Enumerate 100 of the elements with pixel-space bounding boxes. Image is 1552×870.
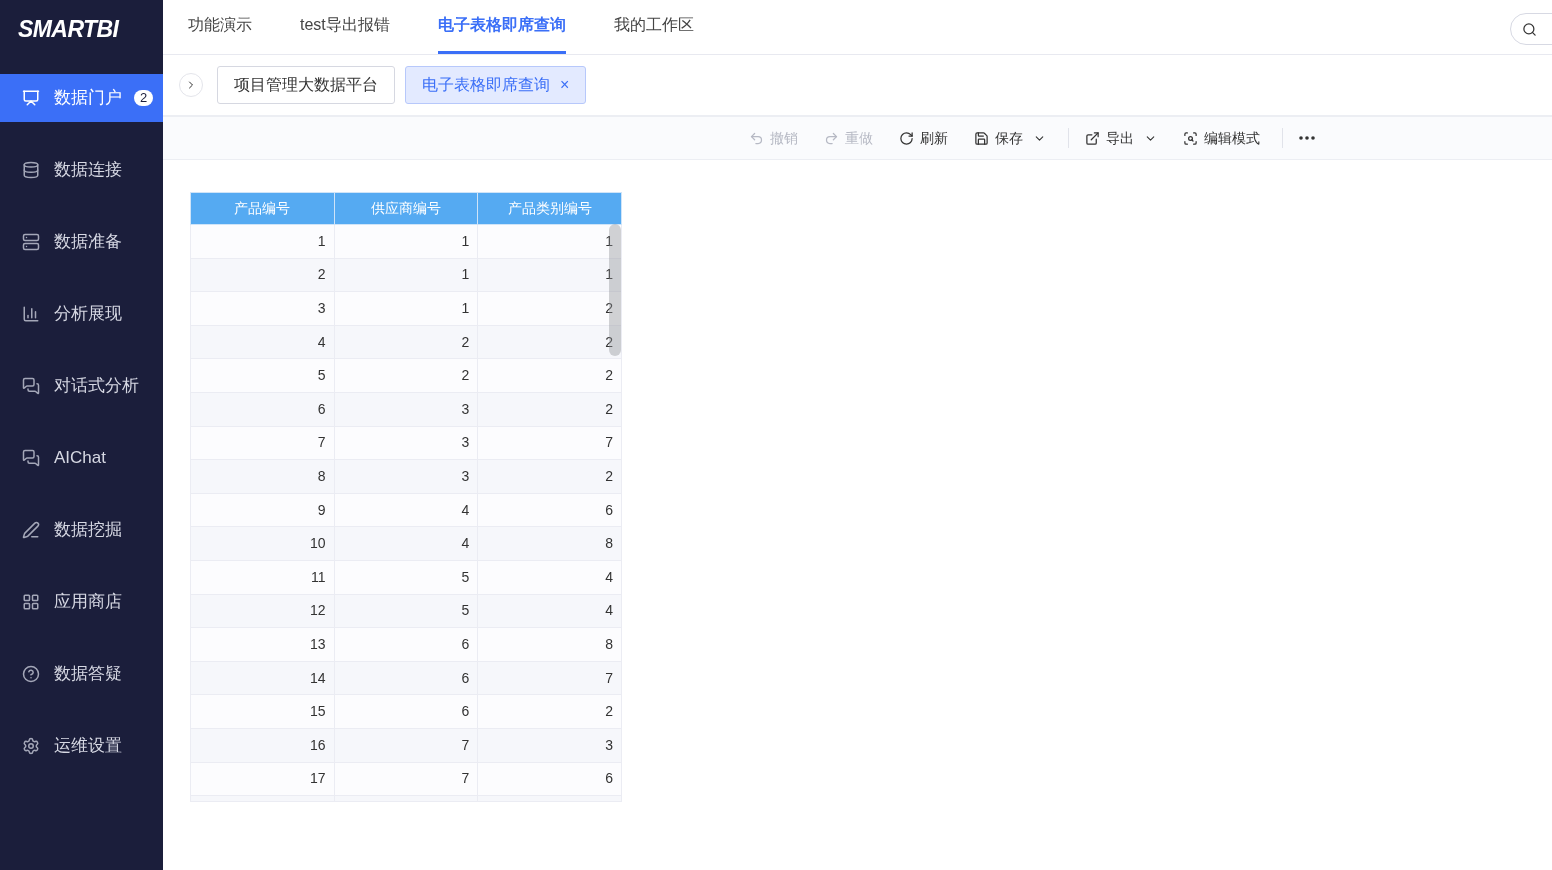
table-cell: 1: [190, 224, 335, 259]
more-icon: [1299, 136, 1315, 140]
table-cell: 3: [334, 392, 478, 427]
edit-icon: [1183, 130, 1198, 146]
table-cell: 17: [190, 762, 335, 796]
column-header: 产品类别编号: [477, 192, 622, 225]
toolbar-button[interactable]: 保存: [964, 123, 1056, 153]
count-badge: 2: [134, 90, 154, 106]
sidebar-icon: [22, 521, 40, 539]
table-cell: 3: [334, 426, 478, 460]
table-cell: 4: [334, 526, 478, 561]
table-cell: 8: [477, 526, 622, 561]
table-cell: 6: [477, 493, 622, 527]
sidebar-icon: [22, 377, 40, 395]
table-cell: 4: [190, 325, 335, 359]
sidebar-item[interactable]: 对话式分析: [0, 362, 163, 410]
table-cell: 4: [334, 493, 478, 527]
table-cell: 7: [477, 426, 622, 460]
sidebar-label: 应用商店: [54, 591, 122, 614]
table-cell: 15: [190, 694, 335, 729]
top-tab[interactable]: 功能演示: [188, 0, 252, 54]
table-cell: 3: [334, 459, 478, 494]
sidebar-label: 对话式分析: [54, 375, 139, 398]
logo: SMARTBI: [18, 15, 119, 44]
sidebar-icon: [22, 737, 40, 755]
table-cell: 1: [477, 224, 622, 259]
table-cell: 7: [477, 661, 622, 695]
sidebar-label: 数据准备: [54, 231, 122, 254]
search-icon: [1522, 21, 1537, 37]
table-cell: 10: [190, 526, 335, 561]
table-cell: 4: [477, 594, 622, 628]
close-icon[interactable]: ×: [560, 77, 570, 93]
table-cell: 3: [190, 291, 335, 326]
table-cell: 5: [334, 560, 478, 595]
column-header: 产品编号: [190, 192, 335, 225]
sidebar-item[interactable]: 数据连接: [0, 146, 163, 194]
undo-icon: [749, 130, 764, 146]
table-cell: 2: [334, 325, 478, 359]
table-cell: 14: [190, 661, 335, 695]
table-cell: 6: [334, 694, 478, 729]
table-cell: 16: [190, 728, 335, 762]
table-cell: 6: [334, 661, 478, 695]
sidebar-label: 分析展现: [54, 303, 122, 326]
top-tab[interactable]: 我的工作区: [613, 0, 694, 54]
table-cell: 8: [190, 459, 335, 494]
save-icon: [974, 130, 989, 146]
page-tab[interactable]: 项目管理大数据平台: [217, 66, 395, 104]
sidebar-item[interactable]: 运维设置: [0, 722, 163, 770]
table-cell: 2: [477, 358, 622, 393]
table-cell: 1: [334, 291, 478, 326]
table-cell: 2: [477, 291, 622, 326]
toolbar-button[interactable]: 编辑模式: [1173, 123, 1270, 153]
sidebar-icon: [22, 449, 40, 467]
table-cell: 2: [477, 325, 622, 359]
table-cell: 1: [477, 258, 622, 292]
toolbar-button[interactable]: 刷新: [889, 123, 958, 153]
sidebar-item[interactable]: AIChat: [0, 434, 163, 482]
sidebar-icon: [22, 593, 40, 611]
table-cell: 2: [477, 392, 622, 427]
table-cell: 13: [190, 627, 335, 662]
sidebar-label: 数据答疑: [54, 663, 122, 686]
sidebar-item[interactable]: 数据挖掘: [0, 506, 163, 554]
table-cell: 5: [334, 594, 478, 628]
toolbar-button[interactable]: 导出: [1075, 123, 1167, 153]
sidebar-item[interactable]: 数据答疑: [0, 650, 163, 698]
sidebar-item[interactable]: 数据准备: [0, 218, 163, 266]
table-cell: 3: [477, 728, 622, 762]
sidebar-icon: [22, 161, 40, 179]
sidebar-label: 运维设置: [54, 735, 122, 758]
sidebar-item[interactable]: 分析展现: [0, 290, 163, 338]
table-cell: 6: [477, 762, 622, 796]
table-cell: 2: [477, 694, 622, 729]
refresh-icon: [899, 130, 914, 146]
table-cell: 1: [334, 258, 478, 292]
sidebar-item[interactable]: 数据门户 2: [0, 74, 163, 122]
table-cell: 5: [190, 358, 335, 393]
table-cell: 12: [190, 594, 335, 628]
table-cell: 7: [334, 728, 478, 762]
export-icon: [1085, 130, 1100, 146]
top-tab[interactable]: 电子表格即席查询: [437, 0, 566, 54]
table-cell: 2: [477, 459, 622, 494]
table-cell: 9: [190, 493, 335, 527]
sidebar-label: AIChat: [54, 447, 106, 470]
sidebar-icon: [22, 89, 40, 107]
table-cell: 2: [334, 358, 478, 393]
table-cell: 8: [477, 627, 622, 662]
sidebar-icon: [22, 305, 40, 323]
table-cell: 4: [477, 560, 622, 595]
sidebar-icon: [22, 665, 40, 683]
table-cell: 11: [190, 560, 335, 595]
sidebar-label: 数据门户: [54, 87, 122, 110]
sidebar-label: 数据连接: [54, 159, 122, 182]
redo-icon: [824, 130, 839, 146]
table-cell: 2: [190, 258, 335, 292]
table-cell: 7: [190, 426, 335, 460]
table-cell: 6: [334, 627, 478, 662]
sidebar-item[interactable]: 应用商店: [0, 578, 163, 626]
column-header: 供应商编号: [334, 192, 478, 225]
page-tab[interactable]: 电子表格即席查询 ×: [405, 66, 587, 104]
top-tab[interactable]: test导出报错: [300, 0, 390, 54]
